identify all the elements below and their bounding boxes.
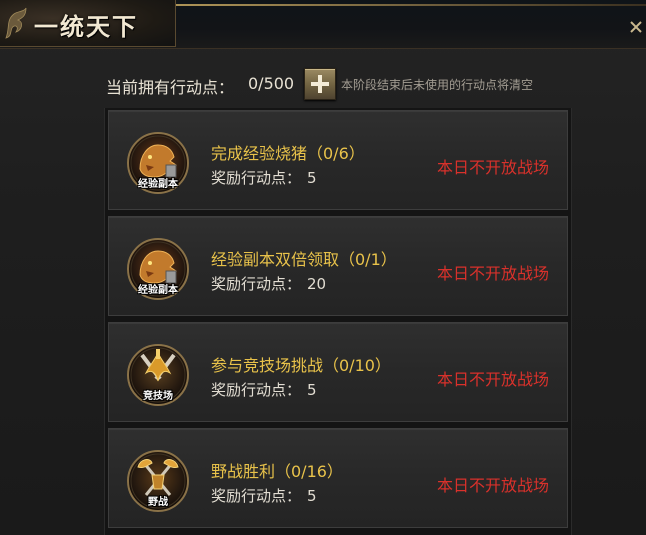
- reward-label: 奖励行动点：: [211, 169, 302, 187]
- reward-label: 奖励行动点：: [211, 275, 302, 293]
- window-title: 一统天下: [34, 12, 138, 41]
- reward-label: 奖励行动点：: [211, 487, 302, 505]
- task-reward: 奖励行动点： 5: [211, 379, 317, 400]
- task-status: 本日不开放战场: [437, 476, 550, 495]
- dragon-ornament-icon: [5, 7, 27, 39]
- task-reward: 奖励行动点： 5: [211, 485, 317, 506]
- task-row[interactable]: 野战 野战胜利（0/16） 奖励行动点： 5 本日不开放战场: [108, 428, 568, 528]
- task-row[interactable]: 竞技场 参与竞技场挑战（0/10） 奖励行动点： 5 本日不开放战场: [108, 322, 568, 422]
- action-points-value: 0/500: [248, 74, 295, 93]
- reward-value: 5: [307, 381, 317, 399]
- reward-value: 5: [307, 487, 317, 505]
- task-reward: 奖励行动点： 20: [211, 273, 326, 294]
- task-row[interactable]: 经验副本 完成经验烧猪（0/6） 奖励行动点： 5 本日不开放战场: [108, 110, 568, 210]
- title-plate: 一统天下: [0, 0, 176, 47]
- action-points-note: 本阶段结束后未使用的行动点将清空: [341, 78, 534, 92]
- task-row[interactable]: 经验副本 经验副本双倍领取（0/1） 奖励行动点： 20 本日不开放战场: [108, 216, 568, 316]
- task-list: 经验副本 完成经验烧猪（0/6） 奖励行动点： 5 本日不开放战场 经验副本 经…: [104, 108, 572, 535]
- task-name: 经验副本双倍领取（0/1）: [211, 250, 397, 269]
- task-reward: 奖励行动点： 5: [211, 167, 317, 188]
- add-points-button[interactable]: [304, 68, 336, 100]
- task-name: 参与竞技场挑战（0/10）: [211, 356, 391, 375]
- dungeon-beast-icon: 经验副本: [126, 237, 190, 301]
- icon-caption: 野战: [148, 497, 168, 508]
- task-name: 野战胜利（0/16）: [211, 462, 343, 481]
- task-name: 完成经验烧猪（0/6）: [211, 144, 365, 163]
- close-button[interactable]: [626, 14, 646, 40]
- title-bar: 一统天下: [0, 0, 646, 49]
- title-divider: [150, 4, 646, 6]
- arena-swords-icon: 竞技场: [126, 343, 190, 407]
- action-points-row: 当前拥有行动点： 0/500 本阶段结束后未使用的行动点将清空: [0, 66, 646, 102]
- event-panel: 一统天下 当前拥有行动点： 0/500 本阶段结束后未使用的行动点将清空 经验副…: [0, 0, 646, 535]
- plus-icon: [311, 75, 329, 93]
- reward-label: 奖励行动点：: [211, 381, 302, 399]
- icon-caption: 竞技场: [143, 391, 173, 402]
- action-points-label: 当前拥有行动点：: [106, 78, 235, 97]
- task-status: 本日不开放战场: [437, 158, 550, 177]
- close-icon: [630, 21, 642, 33]
- task-status: 本日不开放战场: [437, 370, 550, 389]
- reward-value: 5: [307, 169, 317, 187]
- dungeon-beast-icon: 经验副本: [126, 131, 190, 195]
- reward-value: 20: [307, 275, 327, 293]
- icon-caption: 经验副本: [138, 285, 178, 296]
- task-status: 本日不开放战场: [437, 264, 550, 283]
- field-battle-axes-icon: 野战: [126, 449, 190, 513]
- icon-caption: 经验副本: [138, 179, 178, 190]
